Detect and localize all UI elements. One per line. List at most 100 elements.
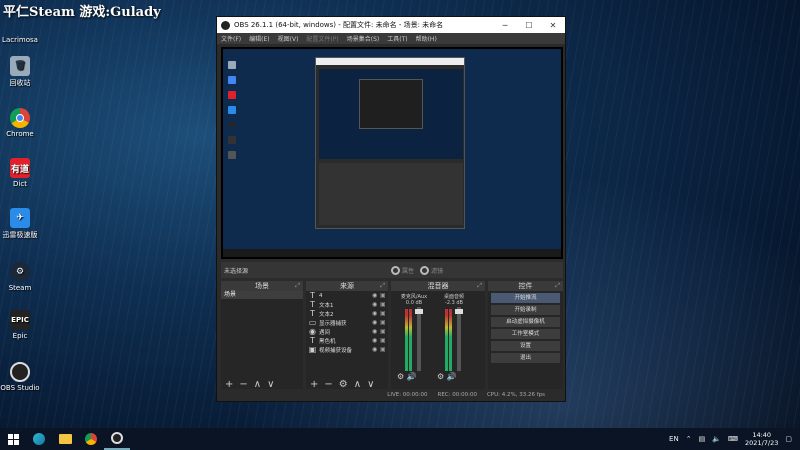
menu-view[interactable]: 视图(V) [274, 34, 303, 43]
eye-icon[interactable]: ◉ [372, 346, 380, 353]
text-source-icon: T [310, 336, 315, 345]
clock[interactable]: 14:40 2021/7/23 [745, 431, 778, 447]
move-down-icon[interactable]: ∨ [267, 379, 274, 390]
settings-button[interactable]: 设置 [491, 341, 560, 351]
desktop-icon-xunlei[interactable]: ✈ 迅雷极速版 [0, 208, 40, 240]
desktop-icon-chrome[interactable]: Chrome [0, 108, 40, 138]
gear-icon[interactable]: ⚙ [437, 372, 444, 381]
menu-file[interactable]: 文件(F) [217, 34, 245, 43]
start-streaming-button[interactable]: 开始推流 [491, 293, 560, 303]
properties-button[interactable]: 属性 [390, 265, 414, 275]
obs-titlebar[interactable]: OBS 26.1.1 (64-bit, windows) - 配置文件: 未命名… [217, 17, 565, 33]
desktop-icon-steam[interactable]: ⚙ Steam [0, 262, 40, 292]
nested-obs-window [315, 57, 465, 229]
source-settings-icon[interactable]: ⚙ [339, 379, 348, 390]
lock-icon[interactable]: ▣ [380, 328, 388, 335]
desktop-icon-lacrimosa[interactable]: Lacrimosa [0, 14, 40, 44]
xunlei-icon: ✈ [10, 208, 30, 228]
scenes-dock-header: 场景 ⤢ [221, 281, 303, 291]
speaker-icon[interactable]: 🔈 [712, 435, 721, 443]
source-item[interactable]: T 黑色机 ◉ ▣ [306, 336, 388, 345]
filter-icon [419, 265, 429, 275]
speaker-icon[interactable]: 🔊 [447, 372, 457, 381]
source-item[interactable]: ▭ 显示器捕获 ◉ ▣ [306, 318, 388, 327]
language-indicator[interactable]: EN [669, 435, 679, 443]
desktop-icon-dict[interactable]: 有道 Dict [0, 158, 40, 188]
mixer-body: 麦克风/Aux 0.0 dB ⚙ 🔊 桌面音频 -2.3 dB ⚙ 🔊 [391, 291, 485, 391]
eye-icon[interactable]: ◉ [372, 328, 380, 335]
eye-icon[interactable]: ◉ [372, 310, 380, 317]
desktop-icon-label: Steam [8, 284, 32, 292]
eye-icon[interactable]: ◉ [372, 292, 380, 299]
volume-slider[interactable] [415, 307, 423, 371]
add-scene-icon[interactable]: + [225, 379, 233, 390]
obs-taskbar-button[interactable] [104, 428, 130, 450]
remove-scene-icon[interactable]: − [239, 379, 247, 390]
lock-icon[interactable]: ▣ [380, 346, 388, 353]
sources-dock-header: 来源 ⤢ [306, 281, 388, 291]
desktop-icon-obs[interactable]: OBS Studio [0, 362, 40, 392]
chevron-up-icon[interactable]: ⌃ [686, 435, 692, 443]
move-up-icon[interactable]: ∧ [354, 379, 361, 390]
maximize-icon[interactable]: ☐ [517, 21, 541, 30]
minimize-icon[interactable]: ─ [493, 21, 517, 30]
lock-icon[interactable]: ▣ [380, 337, 388, 344]
scene-item[interactable]: 场景 [221, 291, 303, 299]
menu-edit[interactable]: 编辑(E) [245, 34, 273, 43]
eye-icon[interactable]: ◉ [372, 319, 380, 326]
undock-icon[interactable]: ⤢ [295, 281, 300, 291]
monitor-source-icon: ▭ [308, 318, 317, 327]
filters-button[interactable]: 滤镜 [419, 265, 443, 275]
desktop-icon-label: Lacrimosa [2, 36, 38, 44]
slider-knob[interactable] [415, 309, 423, 314]
move-down-icon[interactable]: ∨ [367, 379, 374, 390]
menu-scene-collection[interactable]: 场景集合(S) [343, 34, 384, 43]
close-icon[interactable]: ✕ [541, 21, 565, 30]
desktop-icon-epic[interactable]: EPIC Epic [0, 310, 40, 340]
start-button[interactable] [0, 428, 26, 450]
lock-icon[interactable]: ▣ [380, 292, 388, 299]
volume-meter [445, 309, 448, 371]
volume-slider[interactable] [455, 307, 463, 371]
eye-icon[interactable]: ◉ [372, 301, 380, 308]
source-item[interactable]: ◉ 遇间 ◉ ▣ [306, 327, 388, 336]
source-item[interactable]: T 文本1 ◉ ▣ [306, 300, 388, 309]
controls-dock: 控件 ⤢ 开始推流 开始录制 启动虚拟摄像机 工作室模式 设置 退出 [488, 281, 563, 391]
source-name: 4 [319, 292, 323, 299]
gear-icon[interactable]: ⚙ [397, 372, 404, 381]
epic-icon: EPIC [10, 310, 30, 330]
add-source-icon[interactable]: + [310, 379, 318, 390]
speaker-icon[interactable]: 🔊 [407, 372, 417, 381]
slider-knob[interactable] [455, 309, 463, 314]
move-up-icon[interactable]: ∧ [254, 379, 261, 390]
menu-profile[interactable]: 配置文件(P) [302, 34, 342, 43]
keyboard-icon[interactable]: ⌨ [728, 435, 738, 443]
eye-icon[interactable]: ◉ [372, 337, 380, 344]
undock-icon[interactable]: ⤢ [380, 281, 385, 291]
undock-icon[interactable]: ⤢ [477, 281, 482, 291]
menu-tools[interactable]: 工具(T) [383, 34, 411, 43]
start-virtual-camera-button[interactable]: 启动虚拟摄像机 [491, 317, 560, 327]
desktop-icon-label: OBS Studio [0, 384, 40, 392]
preview-canvas[interactable] [221, 47, 563, 259]
source-item[interactable]: T 文本2 ◉ ▣ [306, 309, 388, 318]
desktop-icon-recycle-bin[interactable]: 🗑 回收站 [0, 56, 40, 88]
notification-icon[interactable]: ▢ [785, 435, 792, 443]
exit-button[interactable]: 退出 [491, 353, 560, 363]
undock-icon[interactable]: ⤢ [555, 281, 560, 291]
explorer-taskbar-button[interactable] [52, 428, 78, 450]
menu-help[interactable]: 帮助(H) [412, 34, 441, 43]
chrome-taskbar-button[interactable] [78, 428, 104, 450]
remove-source-icon[interactable]: − [324, 379, 332, 390]
source-item[interactable]: T 4 ◉ ▣ [306, 291, 388, 300]
studio-mode-button[interactable]: 工作室模式 [491, 329, 560, 339]
lock-icon[interactable]: ▣ [380, 301, 388, 308]
lock-icon[interactable]: ▣ [380, 319, 388, 326]
sources-dock: 来源 ⤢ T 4 ◉ ▣ T 文本1 ◉ ▣ T 文本2 ◉ ▣ ▭ 显示器捕获 ◉ ▣ ◉ 遇间 ◉ ▣ T黑… [306, 281, 388, 391]
lock-icon[interactable]: ▣ [380, 310, 388, 317]
edge-taskbar-button[interactable] [26, 428, 52, 450]
network-icon[interactable]: ▤ [699, 435, 706, 443]
mixer-dock: 混音器 ⤢ 麦克风/Aux 0.0 dB ⚙ 🔊 桌面音频 -2.3 dB ⚙ [391, 281, 485, 391]
start-recording-button[interactable]: 开始录制 [491, 305, 560, 315]
source-item[interactable]: ▣ 视频捕获设备 ◉ ▣ [306, 345, 388, 354]
